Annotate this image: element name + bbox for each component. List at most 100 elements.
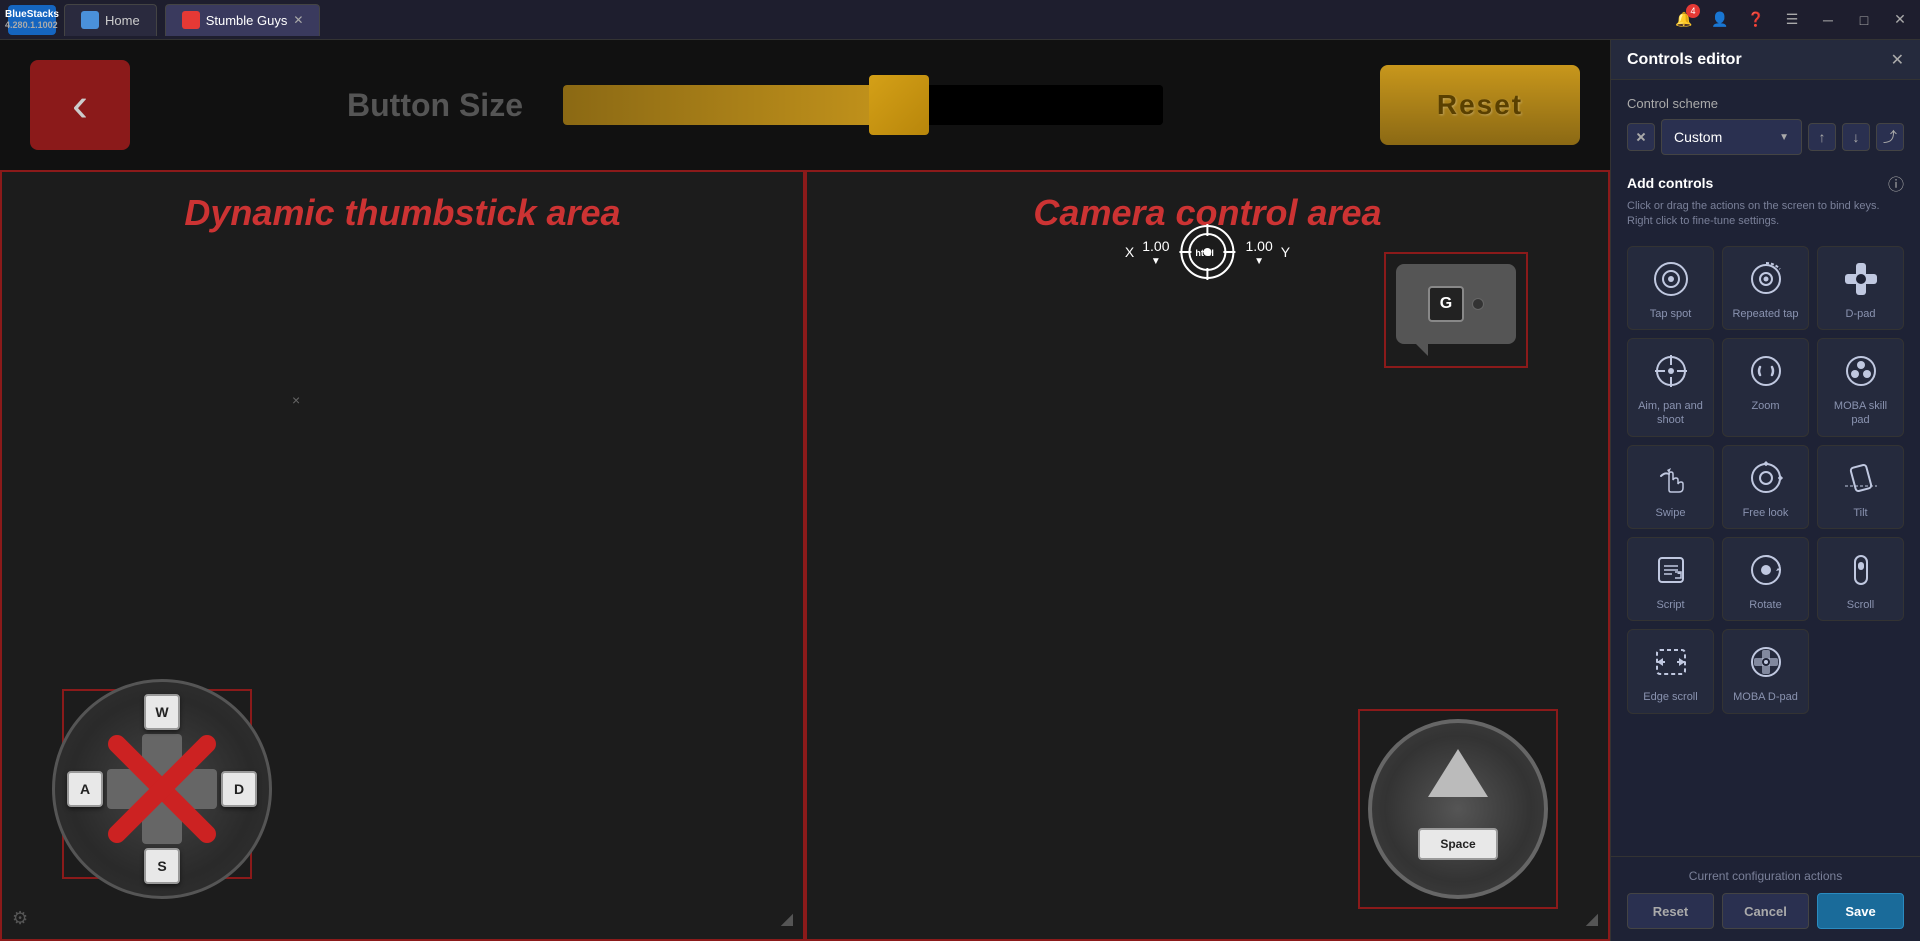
scroll-svg — [1841, 550, 1881, 590]
dpad-key-down[interactable]: S — [144, 848, 180, 884]
button-size-section: Button Size — [130, 85, 1380, 125]
maximize-button[interactable]: □ — [1852, 8, 1876, 32]
control-item-tilt[interactable]: Tilt — [1817, 445, 1904, 529]
crosshair-control[interactable]: X 1.00 ▼ — [1125, 222, 1290, 282]
left-zone-label: Dynamic thumbstick area — [184, 192, 620, 234]
tap-spot-label: Tap spot — [1650, 307, 1692, 321]
control-item-aim-pan-shoot[interactable]: Aim, pan and shoot — [1627, 338, 1714, 437]
aim-pan-shoot-svg — [1651, 351, 1691, 391]
notification-button[interactable]: 🔔 4 — [1672, 8, 1696, 32]
swipe-icon — [1649, 456, 1693, 500]
dpad-circle[interactable]: W S A D — [52, 679, 272, 899]
control-item-dpad[interactable]: D-pad — [1817, 246, 1904, 330]
g-button-container: G — [1384, 252, 1528, 368]
panel-title: Controls editor — [1627, 51, 1891, 69]
space-triangle-icon — [1428, 743, 1488, 803]
control-item-tap-spot[interactable]: Tap spot — [1627, 246, 1714, 330]
moba-dpad-label: MOBA D-pad — [1733, 690, 1798, 704]
close-button[interactable]: ✕ — [1888, 8, 1912, 32]
tap-spot-svg — [1651, 259, 1691, 299]
add-controls-header: Add controls ⓘ — [1627, 171, 1904, 195]
scheme-share-btn[interactable]: ⤴ — [1876, 123, 1904, 151]
control-item-zoom[interactable]: Zoom — [1722, 338, 1809, 437]
y-value: 1.00 — [1246, 238, 1273, 254]
scheme-upload-btn[interactable]: ↑ — [1808, 123, 1836, 151]
scroll-label: Scroll — [1847, 598, 1875, 612]
minimize-button[interactable]: ─ — [1816, 8, 1840, 32]
title-bar-left: BlueStacks 4.280.1.1002 Home Stumble Guy… — [8, 4, 320, 36]
tab-home[interactable]: Home — [64, 4, 157, 36]
zones-container: Dynamic thumbstick area × — [0, 170, 1610, 941]
scheme-link-icon-btn[interactable] — [1627, 123, 1655, 151]
dpad-key-right[interactable]: D — [221, 771, 257, 807]
title-bar-right: 🔔 4 👤 ❓ ☰ ─ □ ✕ — [1672, 8, 1912, 32]
free-look-icon — [1744, 456, 1788, 500]
control-item-scroll[interactable]: Scroll — [1817, 537, 1904, 621]
free-look-label: Free look — [1743, 506, 1789, 520]
help-button[interactable]: ❓ — [1744, 8, 1768, 32]
back-button[interactable]: ‹ — [30, 60, 130, 150]
menu-button[interactable]: ☰ — [1780, 8, 1804, 32]
left-zone: Dynamic thumbstick area × — [0, 170, 805, 941]
right-zone: Camera control area X 1.00 ▼ — [805, 170, 1610, 941]
panel-close-button[interactable]: ✕ — [1891, 50, 1904, 70]
control-item-repeated-tap[interactable]: Repeated tap — [1722, 246, 1809, 330]
scheme-selected-value: Custom — [1674, 129, 1722, 145]
y-arrow-down[interactable]: ▼ — [1254, 256, 1264, 267]
g-button[interactable]: G — [1396, 264, 1516, 344]
zoom-svg — [1746, 351, 1786, 391]
x-value: 1.00 — [1142, 238, 1169, 254]
add-controls-desc: Click or drag the actions on the screen … — [1627, 199, 1904, 230]
y-value-control[interactable]: 1.00 ▼ — [1246, 238, 1273, 267]
account-button[interactable]: 👤 — [1708, 8, 1732, 32]
tab-stumble-guys-label: Stumble Guys — [206, 13, 288, 28]
tab-close-icon[interactable]: ✕ — [293, 13, 303, 27]
space-key: Space — [1418, 828, 1498, 860]
scheme-download-btn[interactable]: ↓ — [1842, 123, 1870, 151]
x-value-control[interactable]: 1.00 ▼ — [1142, 238, 1169, 267]
reset-button[interactable]: Reset — [1380, 65, 1580, 145]
edge-scroll-icon — [1649, 640, 1693, 684]
config-actions-label: Current configuration actions — [1627, 869, 1904, 883]
scheme-action-icons: ↑ ↓ ⤴ — [1808, 123, 1904, 151]
stumble-guys-tab-icon — [182, 11, 200, 29]
control-item-free-look[interactable]: Free look — [1722, 445, 1809, 529]
slider-thumb[interactable] — [869, 75, 929, 135]
dropdown-arrow-icon: ▼ — [1779, 132, 1789, 143]
control-item-script[interactable]: Script — [1627, 537, 1714, 621]
script-icon — [1649, 548, 1693, 592]
rotate-icon — [1744, 548, 1788, 592]
control-item-rotate[interactable]: Rotate — [1722, 537, 1809, 621]
space-dpad[interactable]: Space — [1368, 719, 1548, 899]
back-arrow-icon: ‹ — [72, 78, 88, 133]
speech-bubble-tail — [1416, 344, 1428, 356]
control-item-moba-dpad[interactable]: MOBA D-pad — [1722, 629, 1809, 713]
zone-settings-icon[interactable]: ⚙ — [12, 908, 28, 929]
x-arrow-down[interactable]: ▼ — [1151, 256, 1161, 267]
controls-panel: Controls editor ✕ Control scheme Custom — [1610, 40, 1920, 941]
footer-cancel-button[interactable]: Cancel — [1722, 893, 1809, 929]
dpad-key-left[interactable]: A — [67, 771, 103, 807]
dpad-key-up[interactable]: W — [144, 694, 180, 730]
moba-skill-pad-svg — [1841, 351, 1881, 391]
footer-reset-button[interactable]: Reset — [1627, 893, 1714, 929]
button-size-label: Button Size — [347, 87, 523, 124]
moba-skill-pad-label: MOBA skill pad — [1824, 399, 1897, 428]
main-container: ‹ Button Size Reset Dynamic thumbstick a… — [0, 40, 1920, 941]
panel-body: Control scheme Custom ▼ ↑ ↓ — [1611, 80, 1920, 856]
home-tab-icon — [81, 11, 99, 29]
add-controls-info-icon[interactable]: ⓘ — [1888, 171, 1904, 195]
notification-badge: 4 — [1686, 4, 1700, 18]
zone-resize-icon[interactable]: ◢ — [781, 909, 793, 929]
scheme-dropdown[interactable]: Custom ▼ — [1661, 119, 1802, 155]
right-zone-resize-icon[interactable]: ◢ — [1586, 909, 1598, 929]
control-item-swipe[interactable]: Swipe — [1627, 445, 1714, 529]
footer-save-button[interactable]: Save — [1817, 893, 1904, 929]
title-bar: BlueStacks 4.280.1.1002 Home Stumble Guy… — [0, 0, 1920, 40]
control-item-edge-scroll[interactable]: Edge scroll — [1627, 629, 1714, 713]
control-item-moba-skill-pad[interactable]: MOBA skill pad — [1817, 338, 1904, 437]
free-look-svg — [1746, 458, 1786, 498]
tab-stumble-guys[interactable]: Stumble Guys ✕ — [165, 4, 321, 36]
x-marker: × — [292, 392, 300, 408]
button-size-slider[interactable] — [563, 85, 1163, 125]
